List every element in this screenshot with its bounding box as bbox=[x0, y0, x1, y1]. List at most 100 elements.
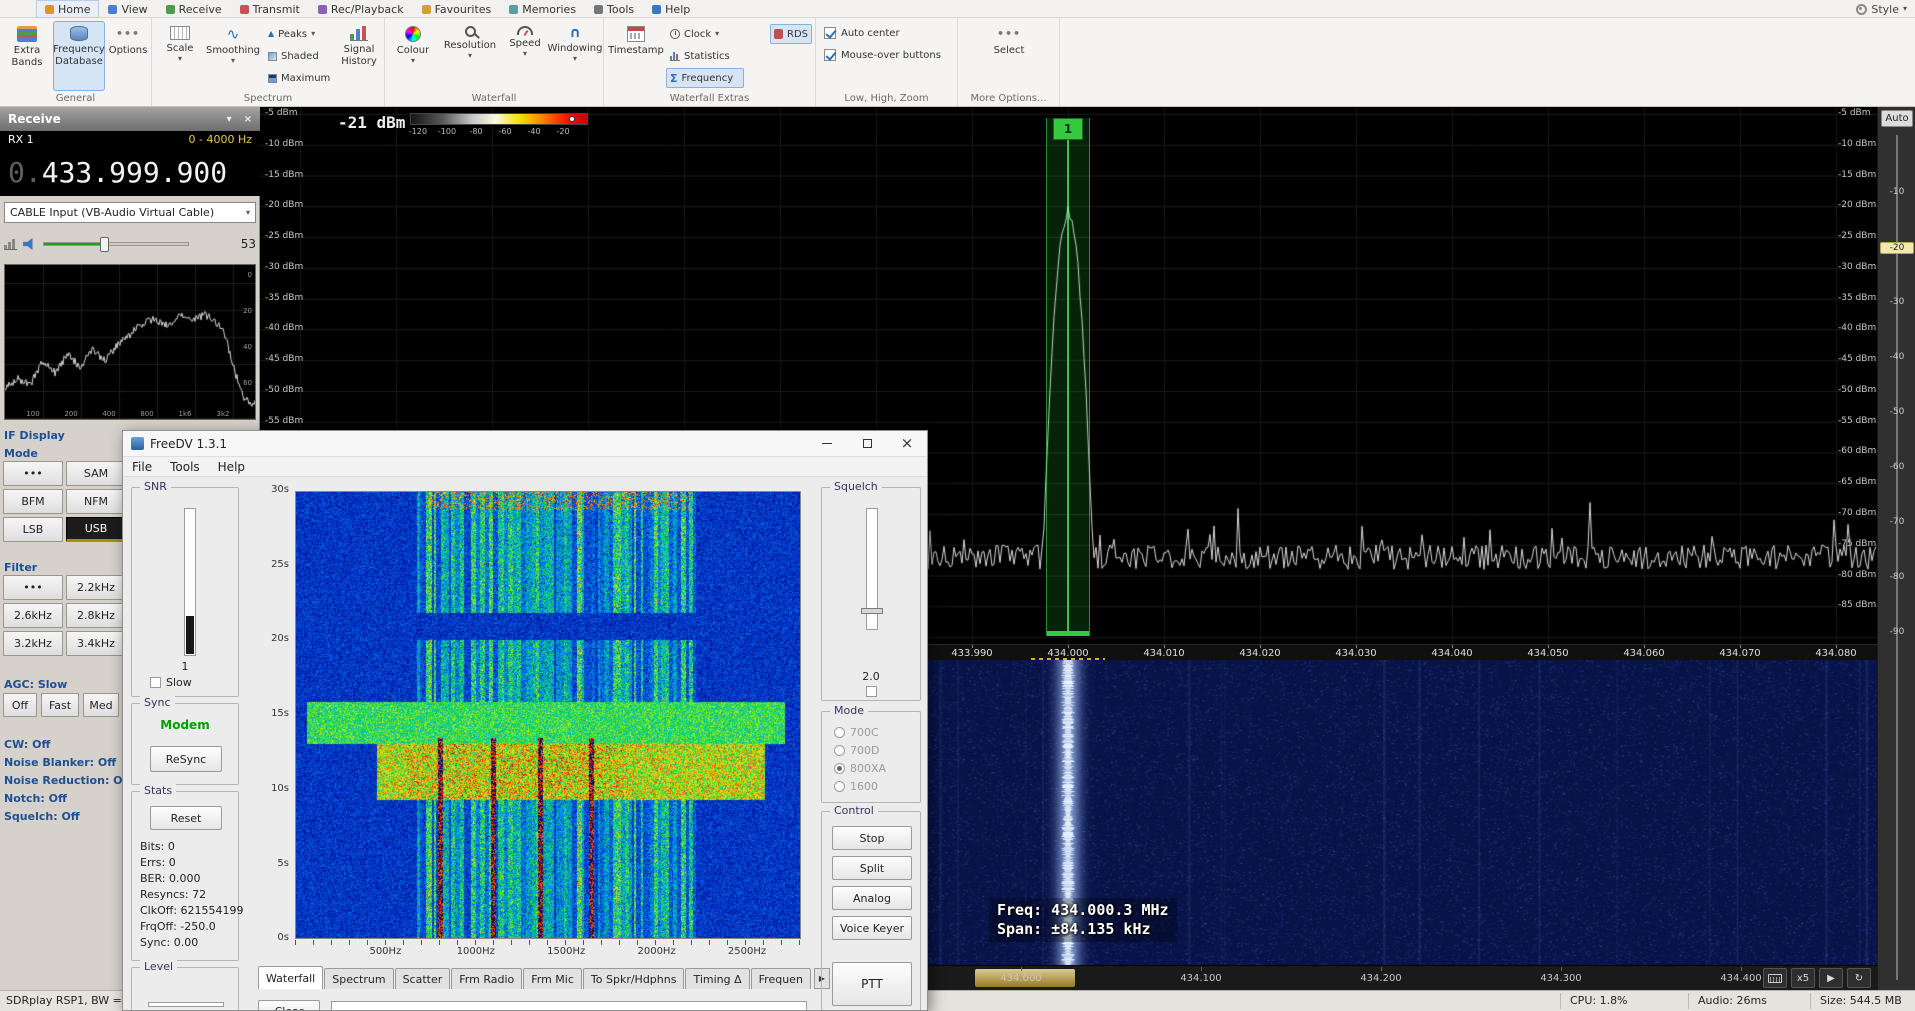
snr-slow-checkbox[interactable]: Slow bbox=[150, 676, 192, 689]
agc-button-off[interactable]: Off bbox=[3, 693, 37, 717]
filter-button-3-4khz[interactable]: 3.4kHz bbox=[66, 631, 126, 656]
menu-tab-transmit[interactable]: Transmit bbox=[231, 0, 309, 18]
mode-button-usb[interactable]: USB bbox=[66, 517, 126, 542]
range-tick-label[interactable]: -40 bbox=[1880, 352, 1914, 362]
freedv-menu-file[interactable]: File bbox=[123, 460, 161, 474]
menu-tab-receive[interactable]: Receive bbox=[157, 0, 231, 18]
range-tick-label[interactable]: -30 bbox=[1880, 297, 1914, 307]
freedv-tab-timing[interactable]: Timing Δ bbox=[685, 968, 749, 989]
mode-radio-800xa[interactable]: 800XA bbox=[834, 762, 886, 775]
maximum-button[interactable]: Maximum bbox=[264, 68, 336, 88]
range-tick-label[interactable]: -10 bbox=[1880, 187, 1914, 197]
menu-tab-memories[interactable]: Memories bbox=[500, 0, 585, 18]
range-tick-label[interactable]: -20 bbox=[1880, 242, 1914, 254]
timestamp-button[interactable]: Timestamp bbox=[608, 21, 664, 91]
keyboard-entry-button[interactable] bbox=[1763, 968, 1787, 988]
mode-button-sam[interactable]: SAM bbox=[66, 461, 126, 486]
rds-button[interactable]: RDS bbox=[770, 24, 812, 44]
freedv-menu-help[interactable]: Help bbox=[209, 460, 254, 474]
filter-button-2-8khz[interactable]: 2.8kHz bbox=[66, 603, 126, 628]
pin-panel-icon[interactable]: ▾ bbox=[227, 114, 232, 125]
scale-button[interactable]: Scale ▾ bbox=[158, 21, 202, 91]
filter-button-3-2khz[interactable]: 3.2kHz bbox=[3, 631, 63, 656]
freedv-tab-waterfall[interactable]: Waterfall bbox=[258, 966, 323, 989]
zoom-level-button[interactable]: x5 bbox=[1791, 968, 1815, 988]
ptt-button[interactable]: PTT bbox=[832, 962, 912, 1006]
mode-radio-1600[interactable]: 1600 bbox=[834, 780, 878, 793]
signal-history-button[interactable]: Signal History bbox=[336, 21, 382, 91]
stop-button[interactable]: Stop bbox=[832, 826, 912, 850]
reset-button[interactable]: Reset bbox=[150, 806, 222, 830]
freedv-waterfall-plot[interactable] bbox=[295, 491, 801, 939]
split-button[interactable]: Split bbox=[832, 856, 912, 880]
extra-bands-button[interactable]: Extra Bands bbox=[4, 21, 50, 91]
mode-button-bfm[interactable]: BFM bbox=[3, 489, 63, 514]
menu-tab-home[interactable]: Home bbox=[36, 0, 99, 18]
frequency-display[interactable]: 0.433.999.900 bbox=[0, 148, 260, 196]
mode-button-[interactable]: ••• bbox=[3, 461, 63, 486]
shaded-button[interactable]: Shaded bbox=[264, 46, 336, 66]
range-tick-label[interactable]: -60 bbox=[1880, 462, 1914, 472]
windowing-button[interactable]: ∩ Windowing ▾ bbox=[549, 21, 601, 91]
freedv-tab-frm-mic[interactable]: Frm Mic bbox=[523, 968, 582, 989]
resync-button[interactable]: ReSync bbox=[150, 746, 222, 772]
range-tick-label[interactable]: -80 bbox=[1880, 572, 1914, 582]
agc-button-med[interactable]: Med bbox=[83, 693, 119, 717]
options-button[interactable]: ••• Options bbox=[107, 21, 149, 91]
pan-right-button[interactable]: ▶ bbox=[1819, 968, 1843, 988]
squelch-enable-checkbox[interactable] bbox=[866, 686, 877, 697]
minimize-button[interactable] bbox=[807, 431, 847, 457]
receive-panel-header[interactable]: Receive ▾ × bbox=[0, 107, 260, 131]
close-button[interactable]: × bbox=[887, 431, 927, 457]
filter-button-2-2khz[interactable]: 2.2kHz bbox=[66, 575, 126, 600]
clock-button[interactable]: Clock ▾ bbox=[666, 24, 730, 44]
reset-zoom-button[interactable]: ↻ bbox=[1847, 968, 1871, 988]
auto-range-button[interactable]: Auto bbox=[1881, 110, 1913, 127]
freedv-tab-spectrum[interactable]: Spectrum bbox=[324, 968, 393, 989]
speed-button[interactable]: Speed ▾ bbox=[503, 21, 547, 91]
mode-radio-700d[interactable]: 700D bbox=[834, 744, 879, 757]
menu-tab-help[interactable]: Help bbox=[643, 0, 699, 18]
speaker-icon[interactable] bbox=[23, 238, 37, 250]
freedv-tab-frequen[interactable]: Frequen bbox=[751, 968, 811, 989]
text-output-field[interactable] bbox=[331, 1001, 807, 1011]
agc-button-fast[interactable]: Fast bbox=[41, 693, 79, 717]
menu-tab-rec-playback[interactable]: Rec/Playback bbox=[309, 0, 413, 18]
mouse-over-buttons-checkbox[interactable]: Mouse-over buttons bbox=[824, 49, 941, 61]
peaks-button[interactable]: ▲ Peaks ▾ bbox=[264, 24, 336, 44]
freedv-titlebar[interactable]: FreeDV 1.3.1 × bbox=[123, 431, 927, 457]
freedv-tab-frm-radio[interactable]: Frm Radio bbox=[451, 968, 522, 989]
range-tick-label[interactable]: -70 bbox=[1880, 517, 1914, 527]
voice-keyer-button[interactable]: Voice Keyer bbox=[832, 916, 912, 940]
mode-radio-700c[interactable]: 700C bbox=[834, 726, 879, 739]
style-menu[interactable]: Style ▾ bbox=[1856, 0, 1907, 18]
frequency-database-button[interactable]: Frequency Database bbox=[53, 21, 105, 91]
auto-center-checkbox[interactable]: Auto center bbox=[824, 27, 900, 39]
close-panel-icon[interactable]: × bbox=[244, 114, 252, 125]
filter-button-2-6khz[interactable]: 2.6kHz bbox=[3, 603, 63, 628]
freedv-menu-tools[interactable]: Tools bbox=[161, 460, 209, 474]
volume-slider[interactable] bbox=[43, 242, 189, 246]
menu-tab-favourites[interactable]: Favourites bbox=[413, 0, 501, 18]
amplitude-range-strip[interactable]: Auto -10 -20 -30 -40 -50 -60 -70 -80 -90 bbox=[1877, 107, 1915, 990]
analog-button[interactable]: Analog bbox=[832, 886, 912, 910]
select-button[interactable]: ••• Select bbox=[986, 21, 1032, 91]
menu-tab-tools[interactable]: Tools bbox=[585, 0, 643, 18]
mode-button-nfm[interactable]: NFM bbox=[66, 489, 126, 514]
filter-button-more[interactable]: ••• bbox=[3, 575, 63, 600]
level-slider[interactable] bbox=[148, 1002, 224, 1007]
colour-button[interactable]: Colour ▾ bbox=[389, 21, 437, 91]
smoothing-button[interactable]: ∿ Smoothing ▾ bbox=[204, 21, 262, 91]
resolution-button[interactable]: Resolution ▾ bbox=[439, 21, 501, 91]
clear-button[interactable]: Clear bbox=[258, 1000, 320, 1011]
audio-spectrum-display[interactable]: 02040601002004008001k63k2 bbox=[4, 264, 256, 420]
squelch-slider-handle[interactable] bbox=[861, 608, 883, 614]
freedv-tab-scatter[interactable]: Scatter bbox=[395, 968, 451, 989]
rx-marker[interactable]: 1 bbox=[1053, 118, 1083, 140]
range-tick-label[interactable]: -90 bbox=[1880, 627, 1914, 637]
range-slider-track[interactable] bbox=[1896, 135, 1898, 980]
range-tick-label[interactable]: -50 bbox=[1880, 407, 1914, 417]
audio-input-select[interactable]: CABLE Input (VB-Audio Virtual Cable) ▾ bbox=[4, 202, 256, 223]
volume-slider-handle[interactable] bbox=[100, 237, 109, 252]
menu-tab-view[interactable]: View bbox=[99, 0, 156, 18]
